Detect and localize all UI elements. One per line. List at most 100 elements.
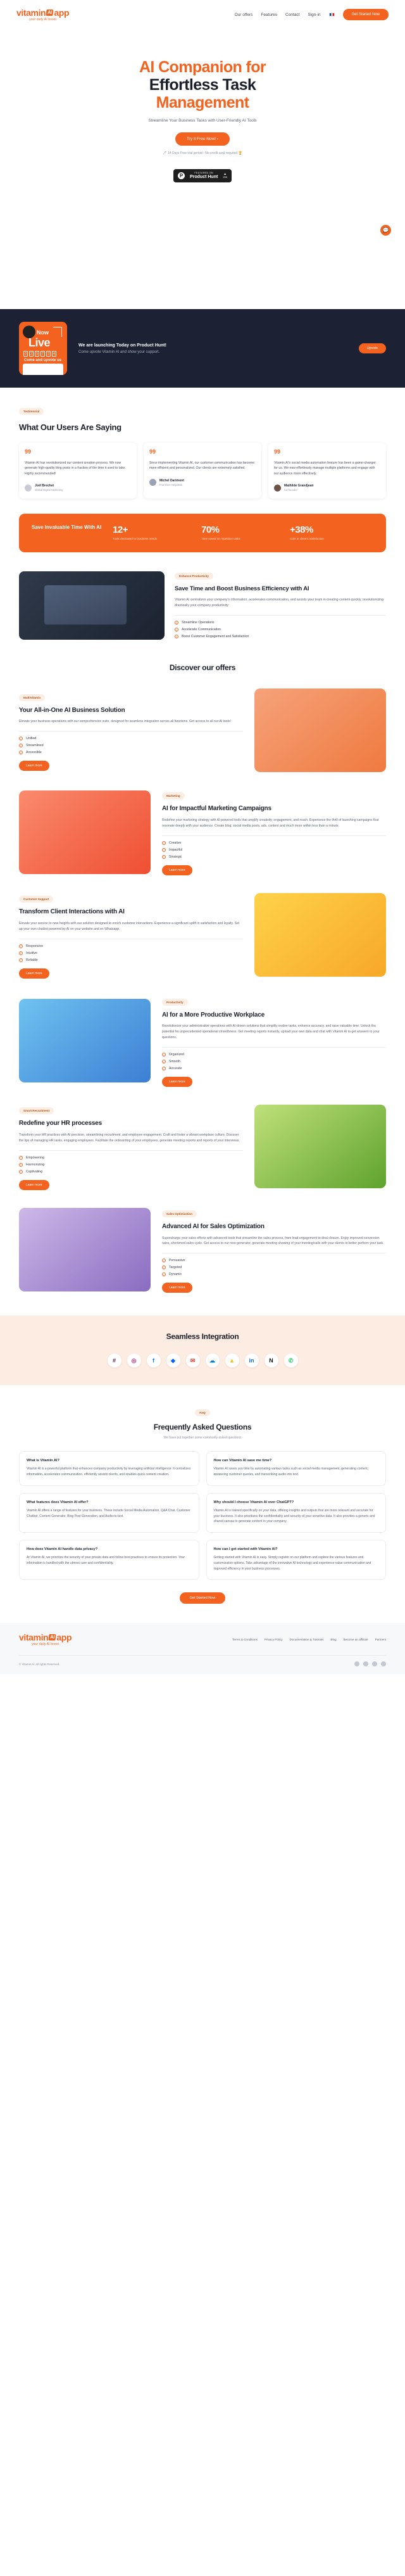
facebook-icon[interactable] xyxy=(354,1661,359,1667)
check-icon: ✓ xyxy=(19,737,23,741)
check-icon: ✓ xyxy=(19,751,23,755)
notion-icon[interactable]: N xyxy=(264,1354,278,1368)
product-hunt-badge[interactable]: P FEATURED ON Product Hunt ▲ 299 xyxy=(173,169,232,182)
launch-upvote-text: Come and upvote us xyxy=(24,358,62,362)
faq-answer: Getting started with Vitamin AI is easy.… xyxy=(213,1556,371,1571)
learn-more-button[interactable]: Learn more xyxy=(162,865,192,875)
check-icon: ✓ xyxy=(162,1053,166,1057)
stat-item: +38% Gain in client's satisfaction xyxy=(290,524,373,542)
learn-more-button[interactable]: Learn more xyxy=(162,1077,192,1088)
instagram-icon[interactable] xyxy=(381,1661,386,1667)
chat-widget-icon[interactable]: 💬 xyxy=(380,225,391,236)
launch-now-label: Now xyxy=(37,329,49,336)
footer-logo[interactable]: vitamin AI app your daily AI boost xyxy=(19,1633,72,1646)
footer-links: Terms & Conditions Privacy Policy Docume… xyxy=(232,1638,386,1641)
upvote-button[interactable]: Upvote xyxy=(358,343,386,353)
countdown-timer: 0 2 0 7 2 4 xyxy=(23,351,56,357)
hero-subtitle: Streamline Your Business Tasks with User… xyxy=(148,118,257,123)
faq-pill: FAQ xyxy=(195,1409,210,1417)
countdown-digit: 0 xyxy=(23,351,28,357)
check-icon: ✓ xyxy=(162,847,166,852)
faq-question: How can I get started with Vitamin AI? xyxy=(213,1547,278,1552)
faq-item[interactable]: How does Vitamin AI handle data privacy?… xyxy=(19,1540,199,1580)
faq-item[interactable]: How can Vitamin AI save me time? Vitamin … xyxy=(206,1451,386,1486)
offer-title: AI for Impactful Marketing Campaigns xyxy=(162,805,271,813)
nav-item-features[interactable]: Features xyxy=(261,13,277,17)
faq-get-started-button[interactable]: Get Started Now xyxy=(179,1592,226,1604)
footer-link-affiliate[interactable]: Become an affiliate xyxy=(344,1638,368,1641)
feature-bullet: ✓ Accelerate Communication xyxy=(175,628,386,632)
avatar xyxy=(149,479,156,486)
learn-more-button[interactable]: Learn more xyxy=(19,1179,49,1190)
hero-section: AI Companion for Effortless Task Managem… xyxy=(0,29,405,236)
dropbox-icon[interactable]: ◆ xyxy=(166,1354,180,1368)
get-started-button[interactable]: Get Started Now xyxy=(342,9,389,20)
slack-icon[interactable]: # xyxy=(107,1354,122,1368)
linkedin-icon[interactable]: in xyxy=(244,1354,259,1368)
hero-cta-wrap: Try it Free Now! › xyxy=(0,132,405,146)
check-icon: ✓ xyxy=(162,1067,166,1071)
ph-name: Product Hunt xyxy=(189,174,218,179)
avatar xyxy=(274,484,281,492)
faq-item[interactable]: What features does Vitamin AI offer? Vita… xyxy=(19,1492,199,1533)
faq-item[interactable]: Why should I choose Vitamin AI over Chat… xyxy=(206,1492,386,1533)
learn-more-button[interactable]: Learn more xyxy=(19,968,49,979)
faq-subtitle: We have put together some commonly asked… xyxy=(163,1436,242,1440)
offer-title: Your All-in-One AI Business Solution xyxy=(19,706,125,714)
bullet-label: Intuitive xyxy=(26,951,37,955)
check-icon: ✓ xyxy=(19,1162,23,1167)
facebook-icon[interactable]: f xyxy=(146,1354,161,1368)
faq-section: FAQ Frequently Asked Questions We have p… xyxy=(0,1385,405,1604)
testimonial-card: 99 Vitamin AI has revolutionized our con… xyxy=(19,443,137,499)
testimonials-title: What Our Users Are Saying xyxy=(19,422,122,432)
brand-ai-badge: AI xyxy=(46,9,54,16)
onedrive-icon[interactable]: ☁ xyxy=(205,1354,220,1368)
google-drive-icon[interactable]: ▲ xyxy=(225,1354,239,1368)
check-icon: ✓ xyxy=(19,944,23,948)
check-icon: ✓ xyxy=(162,1272,166,1277)
faq-title: Frequently Asked Questions xyxy=(153,1423,252,1432)
try-free-button[interactable]: Try it Free Now! › xyxy=(175,132,230,146)
bullet-label: Targeted xyxy=(169,1266,182,1270)
nav-item-our-offers[interactable]: Our offers xyxy=(235,13,253,17)
countdown-digit: 2 xyxy=(29,351,34,357)
bullet-label: Smooth xyxy=(169,1060,180,1064)
offer-description: Elevate your service to new heights with… xyxy=(19,921,240,931)
countdown-digit: 2 xyxy=(46,351,51,357)
french-flag-icon[interactable] xyxy=(328,13,335,16)
gmail-icon[interactable]: ✉ xyxy=(185,1354,200,1368)
quote-icon: 99 xyxy=(149,448,156,455)
testimonial-cards: 99 Vitamin AI has revolutionized our con… xyxy=(19,443,386,499)
whatsapp-icon[interactable]: ✆ xyxy=(284,1354,298,1368)
brand-logo[interactable]: vitamin AI app your daily AI boost xyxy=(16,8,70,22)
twitter-icon[interactable] xyxy=(363,1661,368,1667)
offer-pill: Marketing xyxy=(162,792,185,800)
footer-link-privacy[interactable]: Privacy Policy xyxy=(265,1638,283,1641)
footer-link-blog[interactable]: Blog xyxy=(330,1638,336,1641)
bullet-label: Streamlined xyxy=(26,744,44,748)
offer-row-productivity: Productivity AI for a More Productive Wo… xyxy=(0,979,405,1088)
ph-vote-count: 299 xyxy=(223,175,227,179)
faq-item[interactable]: What is Vitamin AI? Vitamin AI is a power… xyxy=(19,1451,199,1486)
learn-more-button[interactable]: Learn more xyxy=(19,761,49,771)
offer-description: Redefine your marketing strategy with AI… xyxy=(162,818,379,828)
testimonials-section: Testimonial What Our Users Are Saying 99… xyxy=(0,388,405,499)
nav-item-sign-in[interactable]: Sign-in xyxy=(308,13,320,17)
footer-link-terms[interactable]: Terms & Conditions xyxy=(232,1638,258,1641)
nav-item-contact[interactable]: Contact xyxy=(285,13,299,17)
linkedin-icon[interactable] xyxy=(372,1661,377,1667)
faq-answer: Vitamin AI is trained specifically on yo… xyxy=(213,1508,375,1524)
footer-link-partners[interactable]: Partners xyxy=(375,1638,386,1641)
stat-item: 70% Time saved on repetitive tasks xyxy=(201,524,285,542)
stat-item: 12+ Tools dedicated to business needs xyxy=(113,524,196,542)
faq-item[interactable]: How can I get started with Vitamin AI? Ge… xyxy=(206,1540,386,1580)
check-icon: ✓ xyxy=(19,958,23,962)
check-icon: ✓ xyxy=(19,1155,23,1160)
instagram-icon[interactable]: ◎ xyxy=(127,1354,141,1368)
learn-more-button[interactable]: Learn more xyxy=(162,1283,192,1293)
stat-value: +38% xyxy=(290,524,313,536)
quote-icon: 99 xyxy=(274,448,281,455)
bullet-label: Boost Customer Engagement and Satisfacti… xyxy=(182,635,249,639)
footer-link-docs[interactable]: Documentation & Tutorials xyxy=(290,1638,324,1641)
quote-icon: 99 xyxy=(25,448,32,455)
